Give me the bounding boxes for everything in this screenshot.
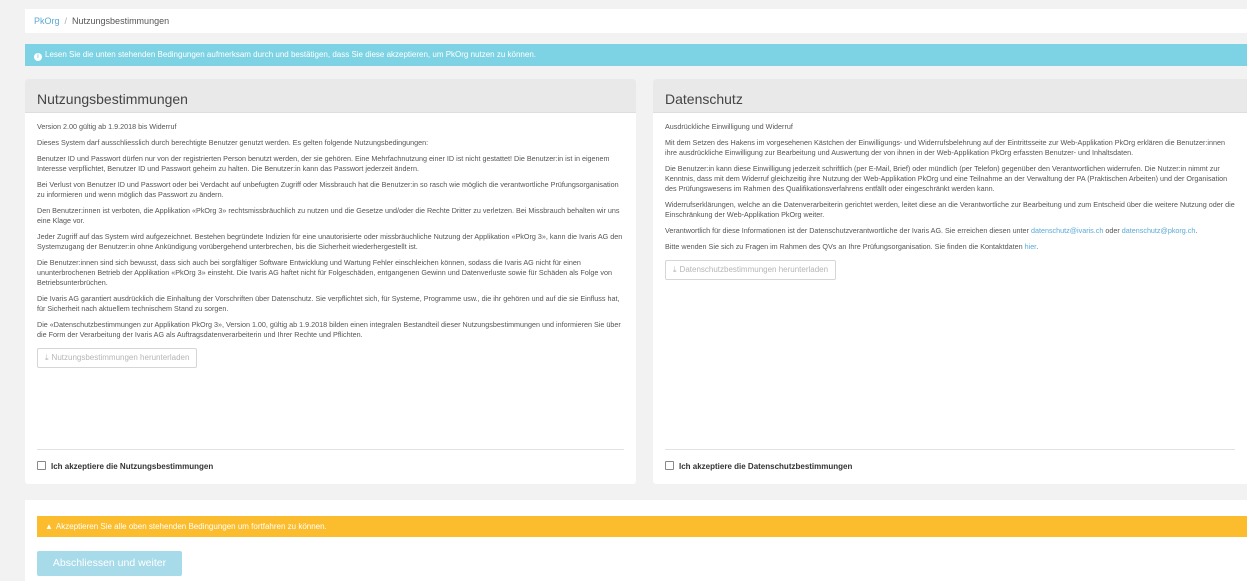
download-icon: ⤓: [45, 353, 49, 362]
download-privacy-label: Datenschutzbestimmungen herunterladen: [679, 265, 829, 274]
accept-terms-checkbox[interactable]: [37, 461, 46, 470]
privacy-paragraph: Die Benutzer:in kann diese Einwilligung …: [665, 164, 1228, 193]
terms-panel-body: Version 2.00 gültig ab 1.9.2018 bis Wide…: [25, 113, 636, 368]
email-link-ivaris[interactable]: datenschutz@ivaris.ch: [1031, 226, 1103, 235]
privacy-contact-end: .: [1195, 226, 1198, 235]
page: PkOrg / Nutzungsbestimmungen i Lesen Sie di…: [0, 0, 1247, 581]
info-circle-icon: i: [34, 53, 42, 61]
privacy-questions-paragraph: Bitte wenden Sie sich zu Fragen im Rahme…: [665, 242, 1235, 252]
terms-paragraph: Dieses System darf ausschliesslich durch…: [37, 138, 429, 147]
privacy-paragraph: Widerrufserklärungen, welche an die Date…: [665, 200, 1235, 219]
privacy-panel-title: Datenschutz: [653, 79, 1247, 113]
terms-paragraph: Die «Datenschutzbestimmungen zur Applika…: [37, 320, 621, 339]
download-terms-label: Nutzungsbestimmungen herunterladen: [51, 353, 190, 362]
privacy-contact-or: oder: [1105, 226, 1120, 235]
contact-data-link[interactable]: hier: [1025, 242, 1037, 251]
privacy-questions-end: .: [1036, 242, 1039, 251]
email-link-pkorg[interactable]: datenschutz@pkorg.ch: [1122, 226, 1196, 235]
accept-privacy-checkbox[interactable]: [665, 461, 674, 470]
privacy-panel-body: Ausdrückliche Einwilligung und Widerruf …: [653, 113, 1247, 280]
download-icon: ⤓: [673, 265, 677, 274]
download-privacy-button[interactable]: ⤓ Datenschutzbestimmungen herunterladen: [665, 260, 837, 280]
privacy-paragraph: Ausdrückliche Einwilligung und Widerruf: [665, 122, 793, 131]
breadcrumb-home-link[interactable]: PkOrg: [34, 16, 60, 26]
terms-paragraph: Version 2.00 gültig ab 1.9.2018 bis Wide…: [37, 122, 177, 131]
accept-terms-label[interactable]: Ich akzeptiere die Nutzungsbestimmungen: [51, 462, 213, 471]
continue-button[interactable]: Abschliessen und weiter: [37, 551, 182, 576]
accept-terms-row[interactable]: Ich akzeptiere die Nutzungsbestimmungen: [37, 449, 624, 471]
breadcrumb: PkOrg / Nutzungsbestimmungen: [25, 9, 1247, 33]
warning-triangle-icon: ▲: [45, 522, 53, 531]
privacy-contact-text: Verantwortlich für diese Informationen i…: [665, 226, 1029, 235]
bottom-section: ▲ Akzeptieren Sie alle oben stehenden Bed…: [25, 500, 1247, 581]
warning-banner-text: Akzeptieren Sie alle oben stehenden Bedi…: [55, 522, 327, 531]
terms-paragraph: Den Benutzer:innen ist verboten, die App…: [37, 206, 620, 225]
terms-panel: Nutzungsbestimmungen Version 2.00 gültig…: [25, 79, 636, 484]
download-terms-button[interactable]: ⤓ Nutzungsbestimmungen herunterladen: [37, 348, 198, 368]
accept-privacy-row[interactable]: Ich akzeptiere die Datenschutzbestimmung…: [665, 449, 1235, 471]
info-banner: i Lesen Sie die unten stehenden Bedingung…: [25, 44, 1247, 66]
terms-paragraph: Jeder Zugriff auf das System wird aufgez…: [37, 232, 623, 251]
privacy-contact-paragraph: Verantwortlich für diese Informationen i…: [665, 226, 1235, 236]
privacy-panel: Datenschutz Ausdrückliche Einwilligung u…: [653, 79, 1247, 484]
breadcrumb-separator: /: [64, 16, 68, 26]
terms-paragraph: Die Ivaris AG garantiert ausdrücklich di…: [37, 294, 620, 313]
terms-paragraph: Bei Verlust von Benutzer ID und Passwort…: [37, 180, 619, 199]
terms-paragraph: Benutzer ID und Passwort dürfen nur von …: [37, 154, 610, 173]
terms-panel-title: Nutzungsbestimmungen: [25, 79, 636, 113]
warning-banner: ▲ Akzeptieren Sie alle oben stehenden Bed…: [37, 516, 1247, 537]
terms-paragraph: Die Benutzer:innen sind sich bewusst, da…: [37, 258, 612, 287]
breadcrumb-current: Nutzungsbestimmungen: [72, 16, 170, 26]
privacy-paragraph: Mit dem Setzen des Hakens im vorgesehene…: [665, 138, 1225, 157]
accept-privacy-label[interactable]: Ich akzeptiere die Datenschutzbestimmung…: [679, 462, 852, 471]
info-banner-text: Lesen Sie die unten stehenden Bedingunge…: [45, 50, 536, 59]
privacy-questions-text: Bitte wenden Sie sich zu Fragen im Rahme…: [665, 242, 1023, 251]
